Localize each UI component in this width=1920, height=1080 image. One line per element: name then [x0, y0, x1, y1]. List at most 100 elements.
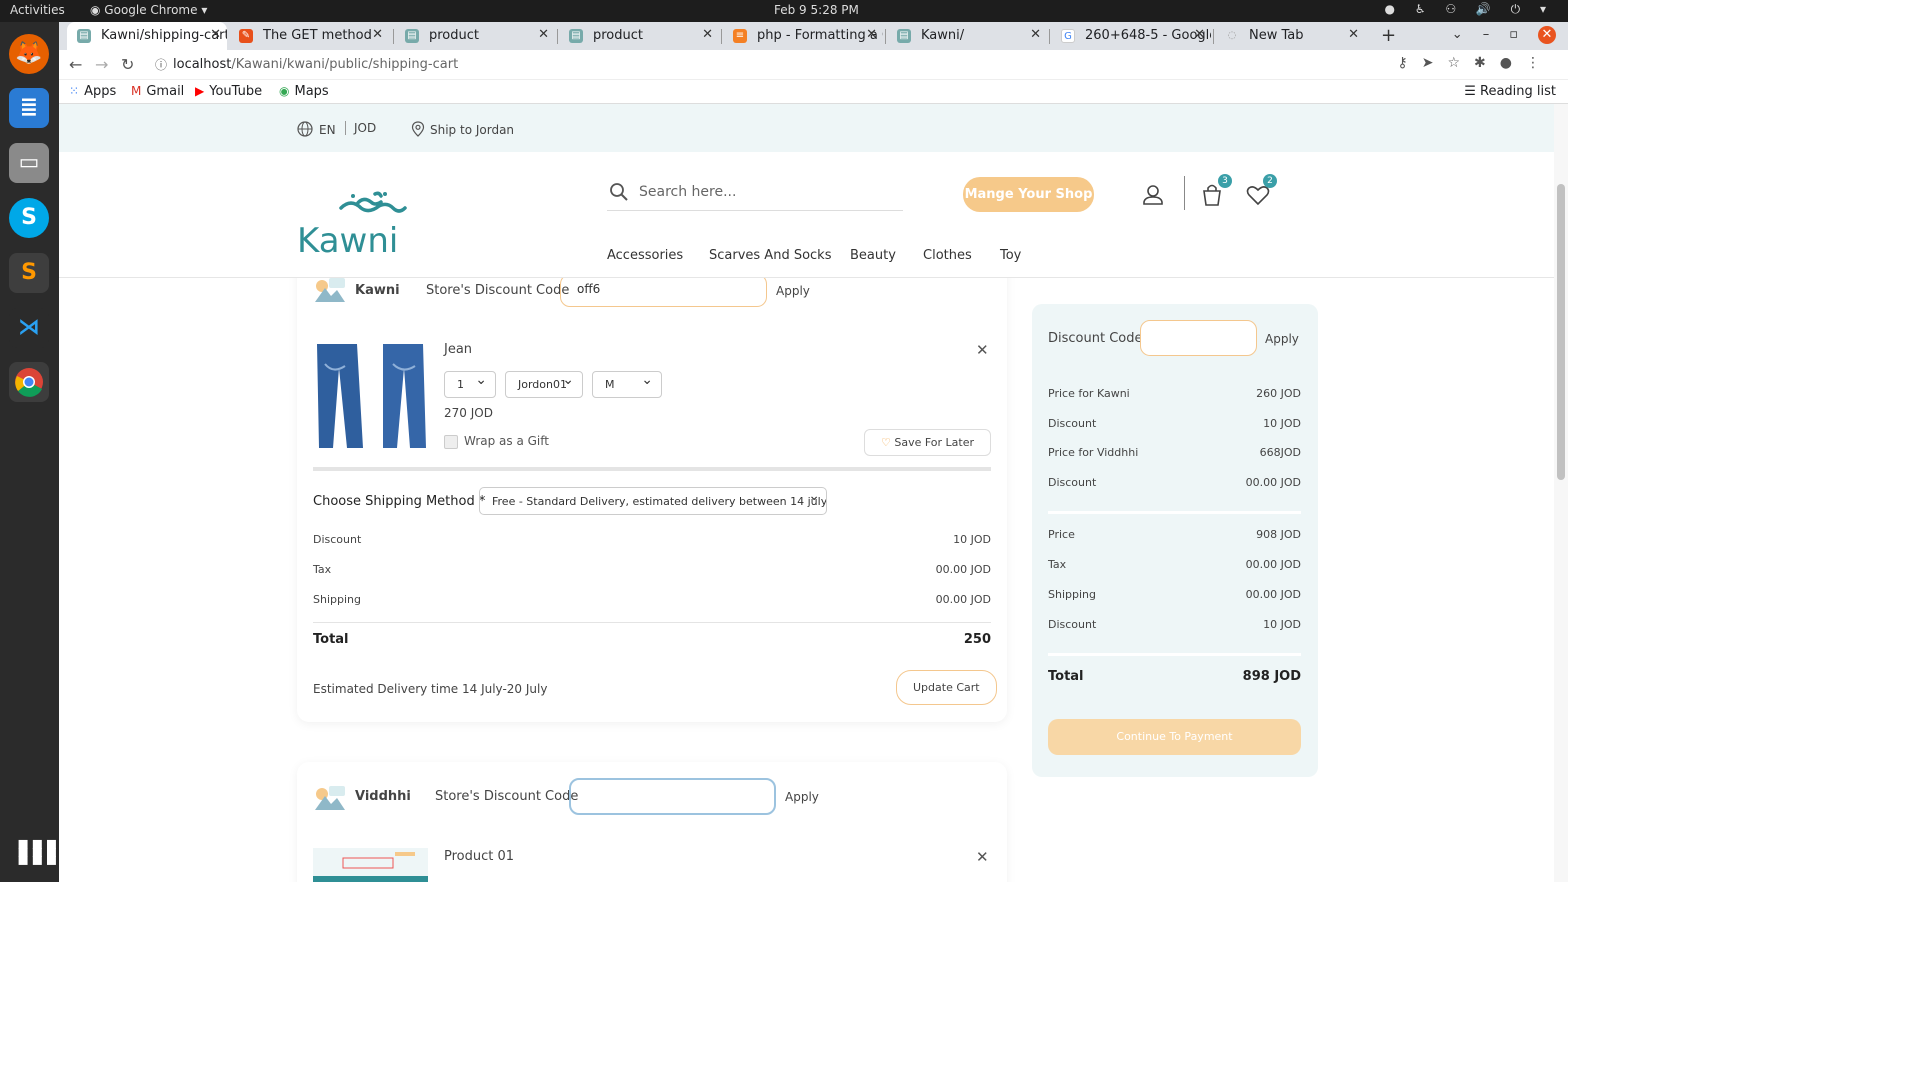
save-for-later-button[interactable]: ♡ Save For Later	[864, 429, 992, 456]
remove-item-icon[interactable]: ✕	[976, 848, 989, 866]
gift-wrap-checkbox[interactable]: Wrap as a Gift	[444, 434, 549, 449]
clock[interactable]: Feb 9 5:28 PM	[774, 3, 859, 17]
discount-code-input[interactable]	[1140, 320, 1257, 356]
url-host: localhost	[173, 57, 232, 72]
close-icon[interactable]: ✕	[1030, 27, 1041, 42]
close-icon[interactable]: ✕	[210, 27, 221, 42]
product-image[interactable]	[313, 344, 428, 450]
close-icon[interactable]: ✕	[866, 27, 877, 42]
maximize-icon[interactable]: ▫	[1509, 27, 1538, 42]
app-menu[interactable]: ◉ Google Chrome ▾	[90, 3, 207, 17]
new-tab-icon[interactable]: +	[1381, 25, 1396, 46]
menu-item-beauty[interactable]: Beauty	[850, 248, 896, 263]
tab-google-search[interactable]: G 260+648-5 - Google S ✕	[1051, 22, 1211, 50]
bookmark-youtube[interactable]: ▶ YouTube	[195, 84, 262, 99]
tab-kawni-home[interactable]: ▤ Kawni/ ✕	[887, 22, 1047, 50]
scrollbar-thumb[interactable]	[1557, 184, 1565, 480]
store-icon	[315, 278, 345, 302]
summary-row-tax: Tax 00.00 JOD	[313, 563, 991, 576]
summary-row: Tax 00.00 JOD	[1048, 558, 1301, 571]
files-icon[interactable]: ▭	[9, 143, 49, 183]
tab-product-2[interactable]: ▤ product ✕	[559, 22, 719, 50]
manage-shop-button[interactable]: Mange Your Shop	[963, 177, 1094, 212]
bookmark-apps[interactable]: ⁙ Apps	[69, 84, 116, 99]
close-icon[interactable]: ✕	[702, 27, 713, 42]
store-discount-input[interactable]	[569, 778, 776, 815]
store-discount-input[interactable]: off6	[560, 274, 767, 307]
system-tray[interactable]: ● ♿ ⚇ 🔊 ⏻ ▾	[1384, 2, 1554, 17]
address-bar[interactable]: localhost/Kawani/kwani/public/shipping-c…	[173, 57, 458, 72]
back-icon[interactable]: ←	[69, 55, 82, 74]
info-icon[interactable]: ⓘ	[155, 56, 167, 73]
firefox-icon[interactable]: 🦊	[9, 34, 49, 74]
variant-select[interactable]: Jordon01	[505, 371, 583, 398]
close-icon[interactable]: ✕	[538, 27, 549, 42]
menu-item-clothes[interactable]: Clothes	[923, 248, 972, 263]
activities-button[interactable]: Activities	[10, 3, 65, 17]
summary-divider	[1048, 511, 1301, 514]
sublime-icon[interactable]: S	[9, 253, 49, 293]
profile-icon[interactable]: ●	[1500, 55, 1526, 71]
search-icon	[610, 183, 628, 201]
store-apply-button[interactable]: Apply	[776, 284, 810, 298]
page-icon: ▤	[405, 29, 419, 43]
user-icon[interactable]	[1140, 182, 1166, 208]
toolbar: ← → ↻ ⓘ localhost/Kawani/kwani/public/sh…	[59, 50, 1568, 80]
chrome-icon[interactable]	[9, 362, 49, 402]
update-cart-button[interactable]: Update Cart	[896, 670, 997, 705]
tab-divider	[1213, 29, 1214, 44]
tab-label: product	[429, 28, 480, 43]
size-select[interactable]: M	[592, 371, 662, 398]
shipping-method-select[interactable]: Free - Standard Delivery, estimated deli…	[479, 487, 827, 515]
extensions-icon[interactable]: ✱	[1474, 55, 1500, 71]
currency-selector[interactable]: JOD	[345, 121, 376, 135]
bookmark-maps[interactable]: ◉ Maps	[279, 84, 329, 99]
store-discount-label: Store's Discount Code	[426, 283, 570, 298]
key-icon[interactable]: ⚷	[1397, 55, 1421, 71]
search-box[interactable]: Search here...	[607, 180, 903, 211]
tab-get-method[interactable]: ✎ The GET method ✕	[229, 22, 389, 50]
reading-list-label: Reading list	[1480, 84, 1556, 99]
remove-item-icon[interactable]: ✕	[976, 341, 989, 359]
page-scrollbar[interactable]	[1554, 104, 1568, 882]
product-price: 270 JOD	[444, 406, 493, 420]
tab-kawni-shipping-cart[interactable]: ▤ Kawni/shipping-cart ✕	[67, 22, 227, 50]
kawni-logo[interactable]: Kawni	[297, 190, 409, 261]
close-icon[interactable]: ✕	[1348, 27, 1359, 42]
tab-php-formatting[interactable]: ≡ php - Formatting a C ✕	[723, 22, 883, 50]
skype-icon[interactable]: S	[9, 198, 49, 238]
window-close-icon[interactable]: ✕	[1538, 26, 1556, 44]
language-selector[interactable]: EN	[297, 121, 336, 137]
vscode-icon[interactable]: ⋊	[9, 308, 49, 348]
send-icon[interactable]: ➤	[1422, 55, 1448, 71]
reload-icon[interactable]: ↻	[121, 55, 134, 74]
show-apps-icon[interactable]: ▪▪▪ ▪▪▪ ▪▪▪	[17, 835, 60, 869]
minimize-icon[interactable]: –	[1483, 27, 1510, 42]
menu-item-scarves-socks[interactable]: Scarves And Socks	[709, 248, 831, 263]
close-icon[interactable]: ✕	[1194, 27, 1205, 42]
tab-search-icon[interactable]: ⌄	[1452, 27, 1483, 42]
product-name: Jean	[444, 342, 473, 357]
forward-icon[interactable]: →	[95, 55, 108, 74]
menu-item-accessories[interactable]: Accessories	[607, 248, 683, 263]
logo-text: Kawni	[297, 221, 398, 260]
discount-apply-button[interactable]: Apply	[1265, 332, 1299, 346]
menu-kebab-icon[interactable]: ⋮	[1526, 55, 1554, 71]
estimated-delivery: Estimated Delivery time 14 July-20 July	[313, 682, 548, 696]
header-divider	[1184, 176, 1185, 210]
tab-new-tab[interactable]: ◌ New Tab ✕	[1215, 22, 1365, 50]
bookmark-gmail[interactable]: M Gmail	[131, 84, 184, 99]
continue-to-payment-button[interactable]: Continue To Payment	[1048, 719, 1301, 755]
reading-list[interactable]: ☰ Reading list	[1464, 84, 1556, 99]
store-apply-button[interactable]: Apply	[785, 790, 819, 804]
search-input[interactable]: Search here...	[639, 184, 736, 200]
writer-icon[interactable]: ≣	[9, 88, 49, 128]
bookmark-star-icon[interactable]: ☆	[1447, 55, 1474, 71]
ship-to[interactable]: Ship to Jordan	[411, 121, 514, 137]
quantity-select[interactable]: 1	[444, 371, 496, 398]
close-icon[interactable]: ✕	[372, 27, 383, 42]
menu-item-toy[interactable]: Toy	[1000, 248, 1021, 263]
tab-product-1[interactable]: ▤ product ✕	[395, 22, 555, 50]
page-icon: ▤	[77, 29, 91, 43]
product-image[interactable]	[313, 848, 428, 882]
